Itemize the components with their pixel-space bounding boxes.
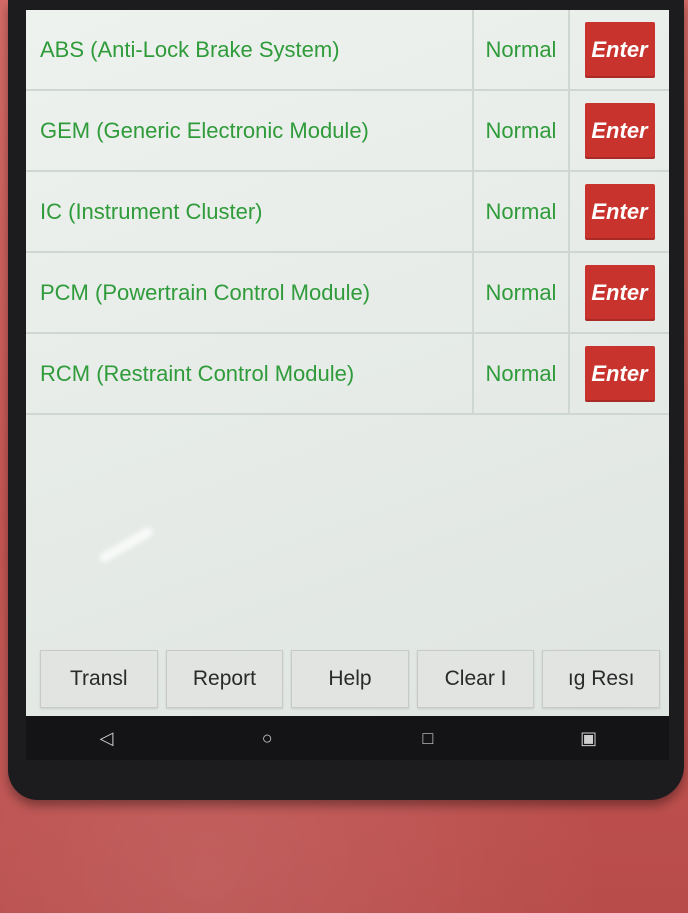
scan-tool-device: ABS (Anti-Lock Brake System) Normal Ente… — [8, 0, 684, 800]
module-status: Normal — [474, 91, 570, 170]
enter-cell: Enter — [570, 334, 669, 413]
screen-glare — [97, 525, 155, 565]
module-row-ic: IC (Instrument Cluster) Normal Enter — [26, 172, 669, 253]
android-nav-bar: ◁ ○ □ ▣ — [26, 716, 669, 760]
reset-button[interactable]: ıg Resı — [542, 650, 660, 708]
module-name: PCM (Powertrain Control Module) — [26, 253, 474, 332]
home-icon[interactable]: ○ — [247, 728, 287, 749]
bottom-toolbar: Transl Report Help Clear I ıg Resı — [40, 650, 660, 708]
report-button[interactable]: Report — [165, 650, 284, 708]
help-button[interactable]: Help — [291, 650, 409, 708]
module-list: ABS (Anti-Lock Brake System) Normal Ente… — [26, 10, 669, 415]
module-name: RCM (Restraint Control Module) — [26, 334, 474, 413]
enter-button-abs[interactable]: Enter — [584, 21, 655, 78]
module-row-gem: GEM (Generic Electronic Module) Normal E… — [26, 91, 669, 172]
back-icon[interactable]: ◁ — [86, 728, 126, 749]
module-status: Normal — [474, 334, 570, 413]
module-name: IC (Instrument Cluster) — [26, 172, 474, 251]
screen: ABS (Anti-Lock Brake System) Normal Ente… — [26, 10, 669, 716]
enter-button-gem[interactable]: Enter — [584, 102, 655, 159]
recents-icon[interactable]: □ — [408, 728, 448, 749]
module-row-abs: ABS (Anti-Lock Brake System) Normal Ente… — [26, 10, 669, 91]
enter-button-pcm[interactable]: Enter — [584, 264, 655, 321]
module-row-rcm: RCM (Restraint Control Module) Normal En… — [26, 334, 669, 415]
module-status: Normal — [474, 10, 570, 89]
module-name: ABS (Anti-Lock Brake System) — [26, 10, 474, 89]
enter-button-rcm[interactable]: Enter — [584, 345, 655, 402]
enter-cell: Enter — [570, 91, 669, 170]
module-row-pcm: PCM (Powertrain Control Module) Normal E… — [26, 253, 669, 334]
module-name: GEM (Generic Electronic Module) — [26, 91, 474, 170]
screenshot-icon[interactable]: ▣ — [569, 728, 609, 749]
clear-button[interactable]: Clear I — [416, 650, 535, 708]
enter-cell: Enter — [570, 172, 669, 251]
module-status: Normal — [474, 253, 570, 332]
translate-button[interactable]: Transl — [40, 650, 158, 708]
module-status: Normal — [474, 172, 570, 251]
enter-button-ic[interactable]: Enter — [584, 183, 655, 240]
enter-cell: Enter — [570, 10, 669, 89]
enter-cell: Enter — [570, 253, 669, 332]
